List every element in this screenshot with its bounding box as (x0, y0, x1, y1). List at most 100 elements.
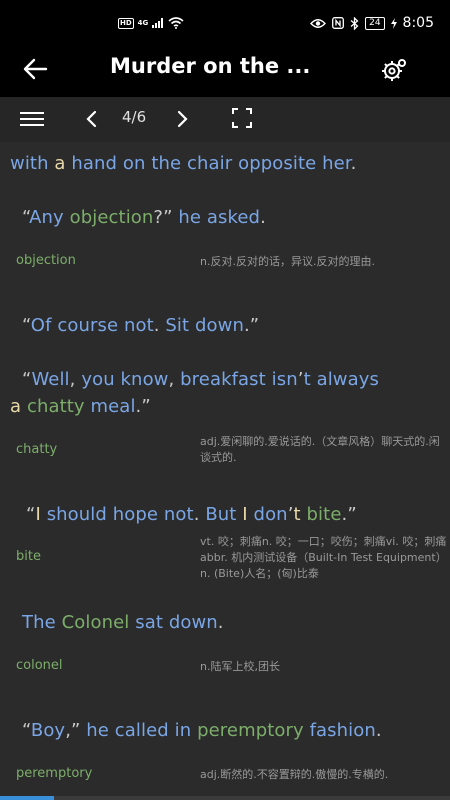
clock: 8:05 (402, 15, 434, 31)
wifi-icon (168, 17, 184, 29)
prev-page-button[interactable] (84, 110, 100, 128)
word-token[interactable]: peremptory (197, 720, 304, 741)
sentence[interactable]: “Well, you know, breakfast isn’t always (22, 366, 379, 394)
word-token[interactable]: I (242, 504, 247, 525)
word-token[interactable]: isn (272, 369, 298, 390)
next-page-button[interactable] (174, 110, 190, 128)
word-token[interactable]: don (254, 504, 288, 525)
word-token[interactable]: opposite (238, 153, 316, 174)
chevron-left-icon (86, 110, 97, 128)
word-token[interactable]: Colonel (62, 612, 130, 633)
word-token[interactable]: Of (31, 315, 52, 336)
gloss-word[interactable]: peremptory (16, 766, 92, 781)
word-token[interactable]: I (35, 504, 40, 525)
back-arrow-icon (23, 58, 48, 80)
fullscreen-button[interactable] (232, 108, 252, 128)
punctuation: , (168, 369, 175, 390)
word-token[interactable]: asked (207, 207, 260, 228)
gloss-definition: adj.爱闲聊的.爱说话的.（文章风格）聊天式的.闲谈式的. (200, 435, 440, 464)
sentence[interactable]: “Any objection?” he asked. (22, 204, 266, 232)
word-token[interactable]: the (151, 153, 181, 174)
word-token[interactable]: chair (187, 153, 232, 174)
word-token[interactable]: not (164, 504, 194, 525)
sentence[interactable]: a chatty meal.” (10, 393, 151, 421)
charging-icon (390, 17, 397, 29)
punctuation: . (375, 720, 382, 741)
word-token[interactable]: hope (113, 504, 158, 525)
status-right: 24 8:05 (310, 15, 434, 31)
word-token[interactable]: her (322, 153, 351, 174)
word-token[interactable]: he (86, 720, 109, 741)
status-left: HD 4G (118, 17, 184, 29)
punctuation: “ (22, 315, 31, 336)
nfc-icon (332, 17, 345, 29)
word-token[interactable]: t (294, 504, 301, 525)
word-token[interactable]: down (195, 315, 244, 336)
word-token[interactable]: Boy (31, 720, 65, 741)
gloss-definition: n.反对.反对的话，异议.反对的理由. (200, 255, 375, 268)
word-token[interactable]: course (57, 315, 118, 336)
gloss-word[interactable]: bite (16, 549, 41, 564)
word-token[interactable]: But (205, 504, 236, 525)
eye-icon (310, 18, 327, 28)
punctuation: “ (22, 720, 31, 741)
reader-toolbar: 4/6 (0, 97, 450, 142)
word-token[interactable]: breakfast (180, 369, 266, 390)
punctuation: .” (341, 504, 357, 525)
word-token[interactable]: The (22, 612, 56, 633)
sentence[interactable]: “Of course not. Sit down.” (22, 312, 259, 340)
punctuation: .” (135, 396, 151, 417)
word-token[interactable]: know (121, 369, 169, 390)
gear-icon (382, 59, 406, 81)
word-token[interactable]: Sit (165, 315, 189, 336)
reading-progress-fill (0, 796, 54, 800)
word-token[interactable]: t (304, 369, 311, 390)
word-token[interactable]: Well (31, 369, 69, 390)
punctuation: ?” (153, 207, 173, 228)
punctuation: . (217, 612, 224, 633)
reading-progress-bar (0, 796, 450, 800)
settings-button[interactable] (380, 57, 408, 83)
menu-button[interactable] (20, 110, 44, 128)
hd-badge: HD (118, 17, 134, 29)
word-token[interactable]: should (47, 504, 107, 525)
sentence[interactable]: The Colonel sat down. (22, 609, 224, 637)
page-title: Murder on the ... (110, 54, 311, 78)
word-token[interactable]: hand (71, 153, 117, 174)
sentence[interactable]: with a hand on the chair opposite her. (10, 150, 357, 178)
word-token[interactable]: not (124, 315, 154, 336)
word-token[interactable]: in (175, 720, 192, 741)
punctuation: . (350, 153, 357, 174)
punctuation: ,” (65, 720, 81, 741)
punctuation: , (69, 369, 76, 390)
back-button[interactable] (22, 57, 48, 81)
gloss-definition: adj.断然的.不容置辩的.傲慢的.专横的. (200, 768, 389, 781)
word-token[interactable]: a (10, 396, 21, 417)
word-token[interactable]: a (54, 153, 65, 174)
punctuation: . (193, 504, 200, 525)
word-token[interactable]: with (10, 153, 49, 174)
word-token[interactable]: chatty (27, 396, 85, 417)
word-token[interactable]: he (178, 207, 201, 228)
gloss-word[interactable]: colonel (16, 658, 63, 673)
word-token[interactable]: you (81, 369, 114, 390)
word-token[interactable]: down (169, 612, 218, 633)
word-token[interactable]: always (317, 369, 379, 390)
gloss-word[interactable]: chatty (16, 442, 57, 457)
status-bar: HD 4G 24 8:05 (0, 0, 450, 40)
word-token[interactable]: Any (29, 207, 64, 228)
word-token[interactable]: objection (70, 207, 154, 228)
word-token[interactable]: bite (307, 504, 342, 525)
bluetooth-icon (350, 16, 359, 30)
word-token[interactable]: sat (135, 612, 163, 633)
sentence[interactable]: “I should hope not. But I don’t bite.” (26, 501, 357, 529)
word-token[interactable]: fashion (310, 720, 376, 741)
word-token[interactable]: meal (91, 396, 136, 417)
word-token[interactable]: on (123, 153, 146, 174)
chevron-right-icon (177, 110, 188, 128)
word-token[interactable]: called (115, 720, 169, 741)
sentence[interactable]: “Boy,” he called in peremptory fashion. (22, 717, 382, 745)
punctuation: . (260, 207, 266, 228)
gloss-word[interactable]: objection (16, 253, 76, 268)
app-bar: Murder on the ... (0, 40, 450, 97)
